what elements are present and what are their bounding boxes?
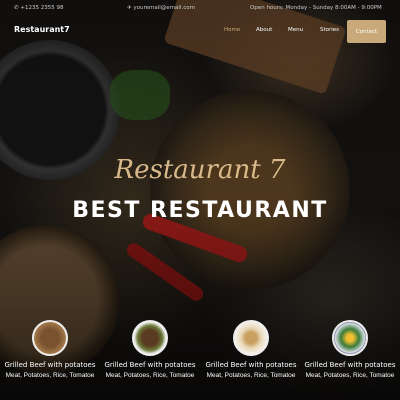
brand-logo[interactable]: Restaurant7 (14, 25, 70, 34)
menu-item[interactable]: Grilled Beef with potatoes Meat, Potatoe… (203, 320, 299, 379)
nav-stories[interactable]: Stories (320, 27, 339, 33)
nav-about[interactable]: About (256, 27, 272, 33)
dish-image (132, 320, 168, 356)
menu-item[interactable]: Grilled Beef with potatoes Meat, Potatoe… (302, 320, 398, 379)
dish-image (233, 320, 269, 356)
hero-subtitle: Restaurant 7 (114, 155, 286, 185)
email: ✈ youremail@email.com (127, 4, 195, 11)
navbar: Restaurant7 Home About Menu Stories Cont… (0, 18, 400, 44)
dish-image (32, 320, 68, 356)
menu-item[interactable]: Grilled Beef with potatoes Meat, Potatoe… (102, 320, 198, 379)
hours: Open hours: Monday - Sunday 8:00AM - 9:0… (250, 4, 382, 11)
nav-home[interactable]: Home (224, 27, 240, 33)
hero-title: BEST RESTAURANT (72, 198, 328, 223)
top-bar: ✆ +1235 2355 98 ✈ youremail@email.com Op… (0, 0, 400, 15)
dish-image (332, 320, 368, 356)
contact-button[interactable]: Contact (347, 20, 386, 43)
phone: ✆ +1235 2355 98 (14, 4, 64, 11)
nav-menu[interactable]: Menu (288, 27, 303, 33)
menu-item[interactable]: Grilled Beef with potatoes Meat, Potatoe… (2, 320, 98, 379)
